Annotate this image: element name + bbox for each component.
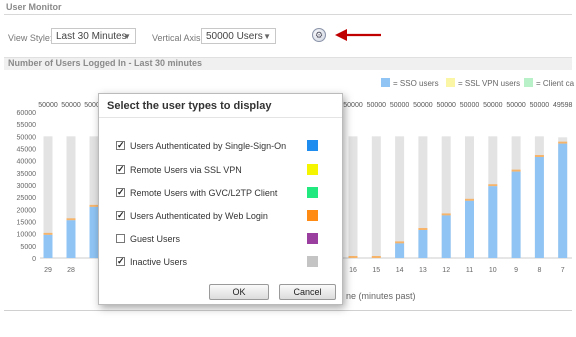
bar-total-label: 50000	[436, 102, 456, 109]
bar-segment-orange	[488, 184, 498, 187]
bar-total-label: 50000	[61, 102, 81, 109]
bar-segment-sso	[488, 186, 498, 258]
checkbox[interactable]	[116, 234, 125, 243]
bar-segment-sso	[66, 220, 76, 258]
color-swatch-guest	[307, 233, 318, 244]
x-tick-label: 16	[349, 267, 357, 274]
bar-segment-sso	[465, 200, 474, 258]
bar-total-label: 49598	[553, 102, 573, 109]
y-tick-label: 45000	[17, 147, 37, 154]
checkbox[interactable]	[116, 209, 125, 221]
x-tick-label: 10	[489, 267, 497, 274]
bar-total-label: 50000	[390, 102, 410, 109]
checkbox[interactable]	[116, 186, 125, 198]
bar-total	[348, 136, 358, 258]
bar-total	[371, 136, 381, 258]
cancel-button[interactable]: Cancel	[279, 284, 336, 300]
bar-segment-orange	[371, 256, 381, 258]
x-tick-label: 12	[442, 267, 450, 274]
bar-segment-orange	[511, 169, 521, 172]
x-tick-label: 7	[561, 267, 565, 274]
x-tick-label: 29	[44, 267, 52, 274]
bar-segment-orange	[534, 155, 544, 158]
x-tick-label: 9	[514, 267, 518, 274]
y-tick-label: 35000	[17, 171, 37, 178]
y-tick-label: 50000	[17, 134, 37, 141]
bar-total-label: 50000	[38, 102, 58, 109]
option-label: Users Authenticated by Single-Sign-On	[130, 141, 287, 151]
ok-button[interactable]: OK	[209, 284, 269, 300]
checkbox[interactable]	[116, 255, 125, 267]
bar-segment-sso	[43, 234, 53, 258]
bar-total	[395, 136, 405, 258]
option-label: Remote Users via SSL VPN	[130, 165, 242, 175]
bar-total-label: 50000	[367, 102, 387, 109]
option-label: Users Authenticated by Web Login	[130, 211, 268, 221]
bar-total-label: 50000	[460, 102, 480, 109]
bar-segment-orange	[395, 241, 405, 244]
color-swatch-gvc-l2tp	[307, 187, 318, 198]
bar-segment-orange	[558, 141, 568, 144]
bar-total-label: 50000	[483, 102, 503, 109]
x-axis-label: ne (minutes past)	[346, 291, 416, 301]
bar-segment-sso	[558, 143, 568, 258]
bar-segment-sso	[441, 215, 451, 258]
option-label: Remote Users with GVC/L2TP Client	[130, 188, 278, 198]
bar-segment-orange	[66, 218, 76, 221]
checkbox[interactable]	[116, 163, 125, 175]
y-tick-label: 25000	[17, 195, 37, 202]
bar-segment-sso	[395, 243, 405, 258]
y-tick-label: 60000	[17, 110, 37, 117]
bar-segment-orange	[418, 228, 428, 231]
y-tick-label: 5000	[20, 244, 36, 251]
y-tick-label: 15000	[17, 220, 37, 227]
x-tick-label: 15	[372, 267, 380, 274]
y-tick-label: 55000	[17, 122, 37, 129]
bar-segment-orange	[348, 256, 358, 258]
bar-total-label: 50000	[530, 102, 550, 109]
y-tick-label: 0	[32, 256, 36, 263]
y-tick-label: 40000	[17, 159, 37, 166]
checkbox[interactable]	[116, 139, 125, 151]
divider	[4, 310, 572, 311]
bar-segment-sso	[418, 230, 428, 258]
dialog-title: Select the user types to display	[107, 100, 272, 112]
bar-total-label: 50000	[413, 102, 433, 109]
color-swatch-web-login	[307, 210, 318, 221]
bar-segment-orange	[43, 232, 53, 235]
bar-segment-sso	[511, 171, 521, 258]
bar-segment-orange	[465, 198, 474, 201]
x-tick-label: 8	[537, 267, 541, 274]
x-tick-label: 13	[419, 267, 427, 274]
x-tick-label: 28	[67, 267, 75, 274]
x-tick-label: 11	[466, 267, 473, 274]
color-swatch-sso	[307, 140, 318, 151]
bar-total-label: 50000	[343, 102, 363, 109]
color-swatch-inactive	[307, 256, 318, 267]
user-types-dialog: Select the user types to display Users A…	[98, 93, 343, 305]
x-tick-label: 14	[396, 267, 404, 274]
bar-total-label: 50000	[506, 102, 526, 109]
divider	[99, 117, 342, 118]
y-tick-label: 10000	[17, 232, 37, 239]
bar-segment-orange	[441, 213, 451, 216]
option-label: Guest Users	[130, 234, 181, 244]
option-label: Inactive Users	[130, 257, 188, 267]
bar-segment-sso	[534, 157, 544, 258]
color-swatch-ssl-vpn	[307, 164, 318, 175]
y-tick-label: 30000	[17, 183, 37, 190]
y-tick-label: 20000	[17, 207, 37, 214]
